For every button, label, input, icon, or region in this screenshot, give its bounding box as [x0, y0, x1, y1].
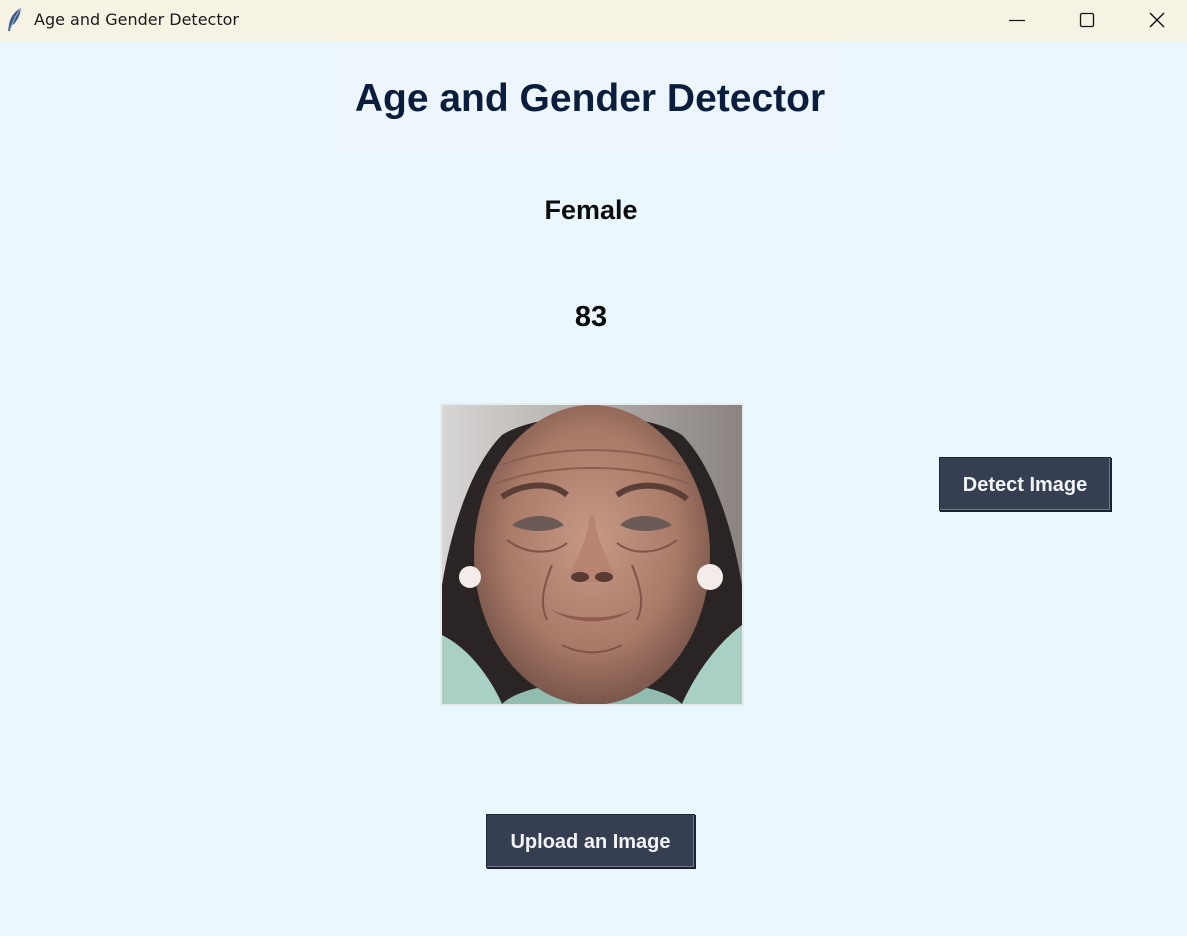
upload-image-button[interactable]: Upload an Image [486, 814, 695, 868]
close-icon [1149, 12, 1165, 28]
minimize-button[interactable] [982, 0, 1052, 40]
feather-icon [8, 7, 22, 31]
face-photo-illustration [442, 405, 742, 704]
title-bar[interactable]: Age and Gender Detector [0, 0, 1187, 42]
page-title: Age and Gender Detector [354, 77, 826, 120]
uploaded-face-image [440, 403, 744, 706]
window-title: Age and Gender Detector [34, 10, 239, 29]
close-button[interactable] [1122, 0, 1187, 40]
maximize-icon [1079, 12, 1095, 28]
minimize-icon [1009, 19, 1025, 22]
age-result-label: 83 [574, 301, 608, 333]
maximize-button[interactable] [1052, 0, 1122, 40]
gender-result-label: Female [544, 195, 638, 225]
detect-image-button[interactable]: Detect Image [939, 457, 1111, 511]
app-window: Age and Gender Detector Age and Gender D… [0, 0, 1187, 936]
